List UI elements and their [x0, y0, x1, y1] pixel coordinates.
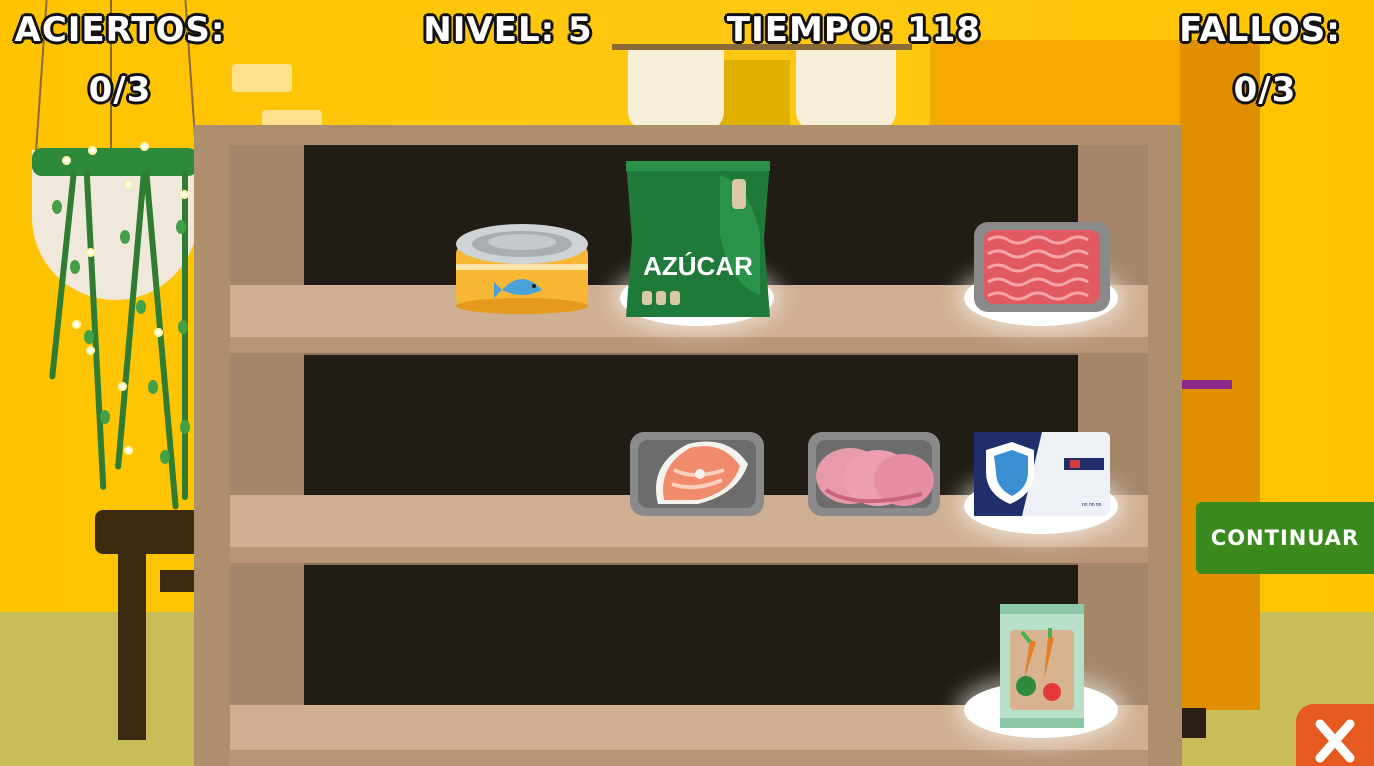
sugar-label: AZÚCAR [643, 251, 753, 281]
ham-icon[interactable] [806, 430, 942, 518]
vine-leaf [52, 200, 62, 214]
vine-leaf [148, 380, 158, 394]
curtain-left [628, 50, 724, 130]
fallos-label: FALLOS: [1179, 10, 1341, 50]
aciertos-label: ACIERTOS: [14, 10, 226, 50]
continue-button[interactable]: CONTINUAR [1196, 502, 1374, 574]
fallos-value: 0/3 [1233, 70, 1297, 110]
svg-text:nn nn nn: nn nn nn [1082, 502, 1102, 508]
vine-leaf [176, 220, 186, 234]
vine-leaf [70, 260, 80, 274]
flower [62, 156, 71, 165]
refrigerator-foot [1182, 708, 1206, 738]
vine-leaf [180, 420, 190, 434]
shelf-board-edge [230, 547, 1148, 563]
vegetable-can-icon[interactable] [996, 600, 1088, 732]
level-indicator: NIVEL: 5 [423, 10, 593, 50]
refrigerator-side [1180, 40, 1260, 710]
game-scene: AZÚCAR nn nn nn ACIERTOS: 0/3 NIVEL: 5 T… [0, 0, 1374, 766]
close-button[interactable] [1296, 704, 1374, 766]
close-icon [1315, 719, 1355, 763]
flower [124, 446, 133, 455]
wall-brick [232, 64, 292, 92]
stool-leg [118, 550, 146, 740]
vine-leaf [136, 300, 146, 314]
salmon-icon[interactable] [628, 430, 766, 518]
flower [86, 346, 95, 355]
stool-seat [95, 510, 205, 554]
ground-meat-icon[interactable] [972, 218, 1112, 316]
vine-leaf [160, 450, 170, 464]
aciertos-value: 0/3 [88, 70, 152, 110]
flower [86, 248, 95, 257]
timer: TIEMPO: 118 [726, 10, 982, 50]
window [720, 60, 790, 130]
vine-leaf [84, 330, 94, 344]
vine-leaf [178, 320, 188, 334]
shelf-back-bottom [304, 565, 1078, 705]
flower [72, 320, 81, 329]
vine-leaf [100, 410, 110, 424]
flower [180, 190, 189, 199]
vine [182, 170, 188, 500]
stool-rung [160, 570, 196, 592]
flower [118, 382, 127, 391]
flower [124, 180, 133, 189]
vine-leaf [120, 230, 130, 244]
sugar-bag-icon[interactable]: AZÚCAR [620, 155, 776, 321]
curtain-right [796, 50, 896, 130]
hanging-pot-rim [32, 148, 198, 176]
flower [154, 328, 163, 337]
flower [140, 142, 149, 151]
refrigerator-handle [1180, 380, 1232, 389]
tuna-can-icon[interactable] [452, 220, 592, 316]
shelf-board-edge [230, 337, 1148, 353]
shelf-left-wall [230, 145, 304, 766]
shelf-board-edge [230, 750, 1148, 766]
flower [88, 146, 97, 155]
butter-box-icon[interactable]: nn nn nn [972, 428, 1112, 520]
